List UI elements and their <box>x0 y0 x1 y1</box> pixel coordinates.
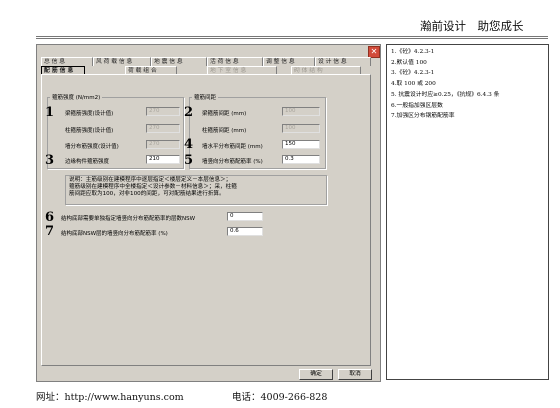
beam-stirrup-strength-input: 270 <box>146 107 180 116</box>
wall-vertical-ratio-input[interactable]: 0.3 <box>282 155 320 164</box>
tab-seismic[interactable]: 地 震 信 息 <box>151 57 207 66</box>
note-line-3: 筋间距应取为100，对非100的间距，可对配筋结果进行折算。 <box>69 191 225 198</box>
note-item: 4.取 100 或 200 <box>391 81 436 88</box>
special-layers-input[interactable]: 0 <box>227 212 263 221</box>
marker-2: 2 <box>184 105 194 120</box>
header-title: 瀚前设计 助您成长 <box>420 19 524 33</box>
header-divider <box>36 36 548 37</box>
footer-website: 网址：http://www.hanyuns.com <box>36 392 184 403</box>
edge-member-stirrup-strength-label: 边缘构件箍筋强度 <box>65 159 110 165</box>
tab-adjustment[interactable]: 调 整 信 息 <box>263 57 315 66</box>
beam-stirrup-spacing-label: 梁箍筋间距 (mm) <box>202 111 247 117</box>
header-divider-2 <box>36 38 548 39</box>
cancel-button[interactable]: 取消 <box>338 369 372 380</box>
footer-phone: 电话：4009-266-828 <box>232 392 328 403</box>
wall-vertical-ratio-label: 墙竖向分布筋配筋率 (%) <box>202 159 263 165</box>
marker-3: 3 <box>45 153 55 168</box>
beam-stirrup-strength-label: 梁箍筋强度(设计值) <box>65 111 114 117</box>
stirrup-strength-group-title: 箍筋强度 (N/mm2) <box>50 93 103 101</box>
stirrup-spacing-group-title: 箍筋间距 <box>192 93 219 101</box>
marker-7: 7 <box>45 224 55 239</box>
beam-stirrup-spacing-input: 100 <box>282 107 320 116</box>
wall-horizontal-spacing-input[interactable]: 150 <box>282 140 320 149</box>
ok-button[interactable]: 确定 <box>299 369 333 380</box>
tab-wind-load[interactable]: 风 荷 载 信 息 <box>93 57 151 66</box>
tab-general[interactable]: 总 信 息 <box>41 57 93 66</box>
marker-6: 6 <box>45 210 55 225</box>
wall-horizontal-spacing-label: 墙水平分布筋间距 (mm) <box>202 144 263 150</box>
note-item: 5. 抗震设计时应≥0.25，《抗规》6.4.3 条 <box>391 91 500 98</box>
special-ratio-input[interactable]: 0.6 <box>227 227 263 236</box>
note-item: 1.《砼》4.2.3-1 <box>391 49 435 55</box>
tab-live-load[interactable]: 活 荷 信 息 <box>207 57 263 66</box>
marker-1: 1 <box>45 105 55 120</box>
parameter-dialog: ✕ 总 信 息 风 荷 载 信 息 地 震 信 息 活 荷 信 息 调 整 信 … <box>36 44 381 382</box>
note-text: 说明：主筋级别在建模程序中逐层指定＜楼层定义－本层信息＞； 箍筋级别在建模程序中… <box>66 176 326 199</box>
note-item: 7.加强区分布钢筋配筋率 <box>391 113 455 120</box>
tab-design[interactable]: 设 计 信 息 <box>315 57 371 66</box>
special-ratio-label: 结构底部NSW层的墙竖向分布筋配筋率 (%) <box>61 231 168 237</box>
note-box: 说明：主筋级别在建模程序中逐层指定＜楼层定义－本层信息＞； 箍筋级别在建模程序中… <box>65 175 327 205</box>
note-item: 3.《砼》4.2.3-1 <box>391 70 435 77</box>
marker-4: 4 <box>184 137 194 152</box>
edge-member-stirrup-strength-input[interactable]: 210 <box>146 155 180 164</box>
note-item: 6.一般指加强区层数 <box>391 102 443 109</box>
column-stirrup-spacing-label: 柱箍筋间距 (mm) <box>202 128 247 134</box>
wall-distribution-strength-label: 墙分布筋强度(设计值) <box>65 144 119 150</box>
column-stirrup-spacing-input: 100 <box>282 124 320 133</box>
column-stirrup-strength-input: 270 <box>146 124 180 133</box>
note-item: 2.默认值 100 <box>391 59 427 66</box>
wall-distribution-strength-input: 270 <box>146 140 180 149</box>
notes-panel: 1.《砼》4.2.3-1 2.默认值 100 3.《砼》4.2.3-1 4.取 … <box>386 44 549 380</box>
special-layers-label: 结构底部需要单独指定墙竖向分布筋配筋率的层数NSW <box>61 216 196 222</box>
column-stirrup-strength-label: 柱箍筋强度(设计值) <box>65 128 114 134</box>
marker-5: 5 <box>184 153 194 168</box>
tab-row-1: 总 信 息 风 荷 载 信 息 地 震 信 息 活 荷 信 息 调 整 信 息 … <box>41 57 371 66</box>
